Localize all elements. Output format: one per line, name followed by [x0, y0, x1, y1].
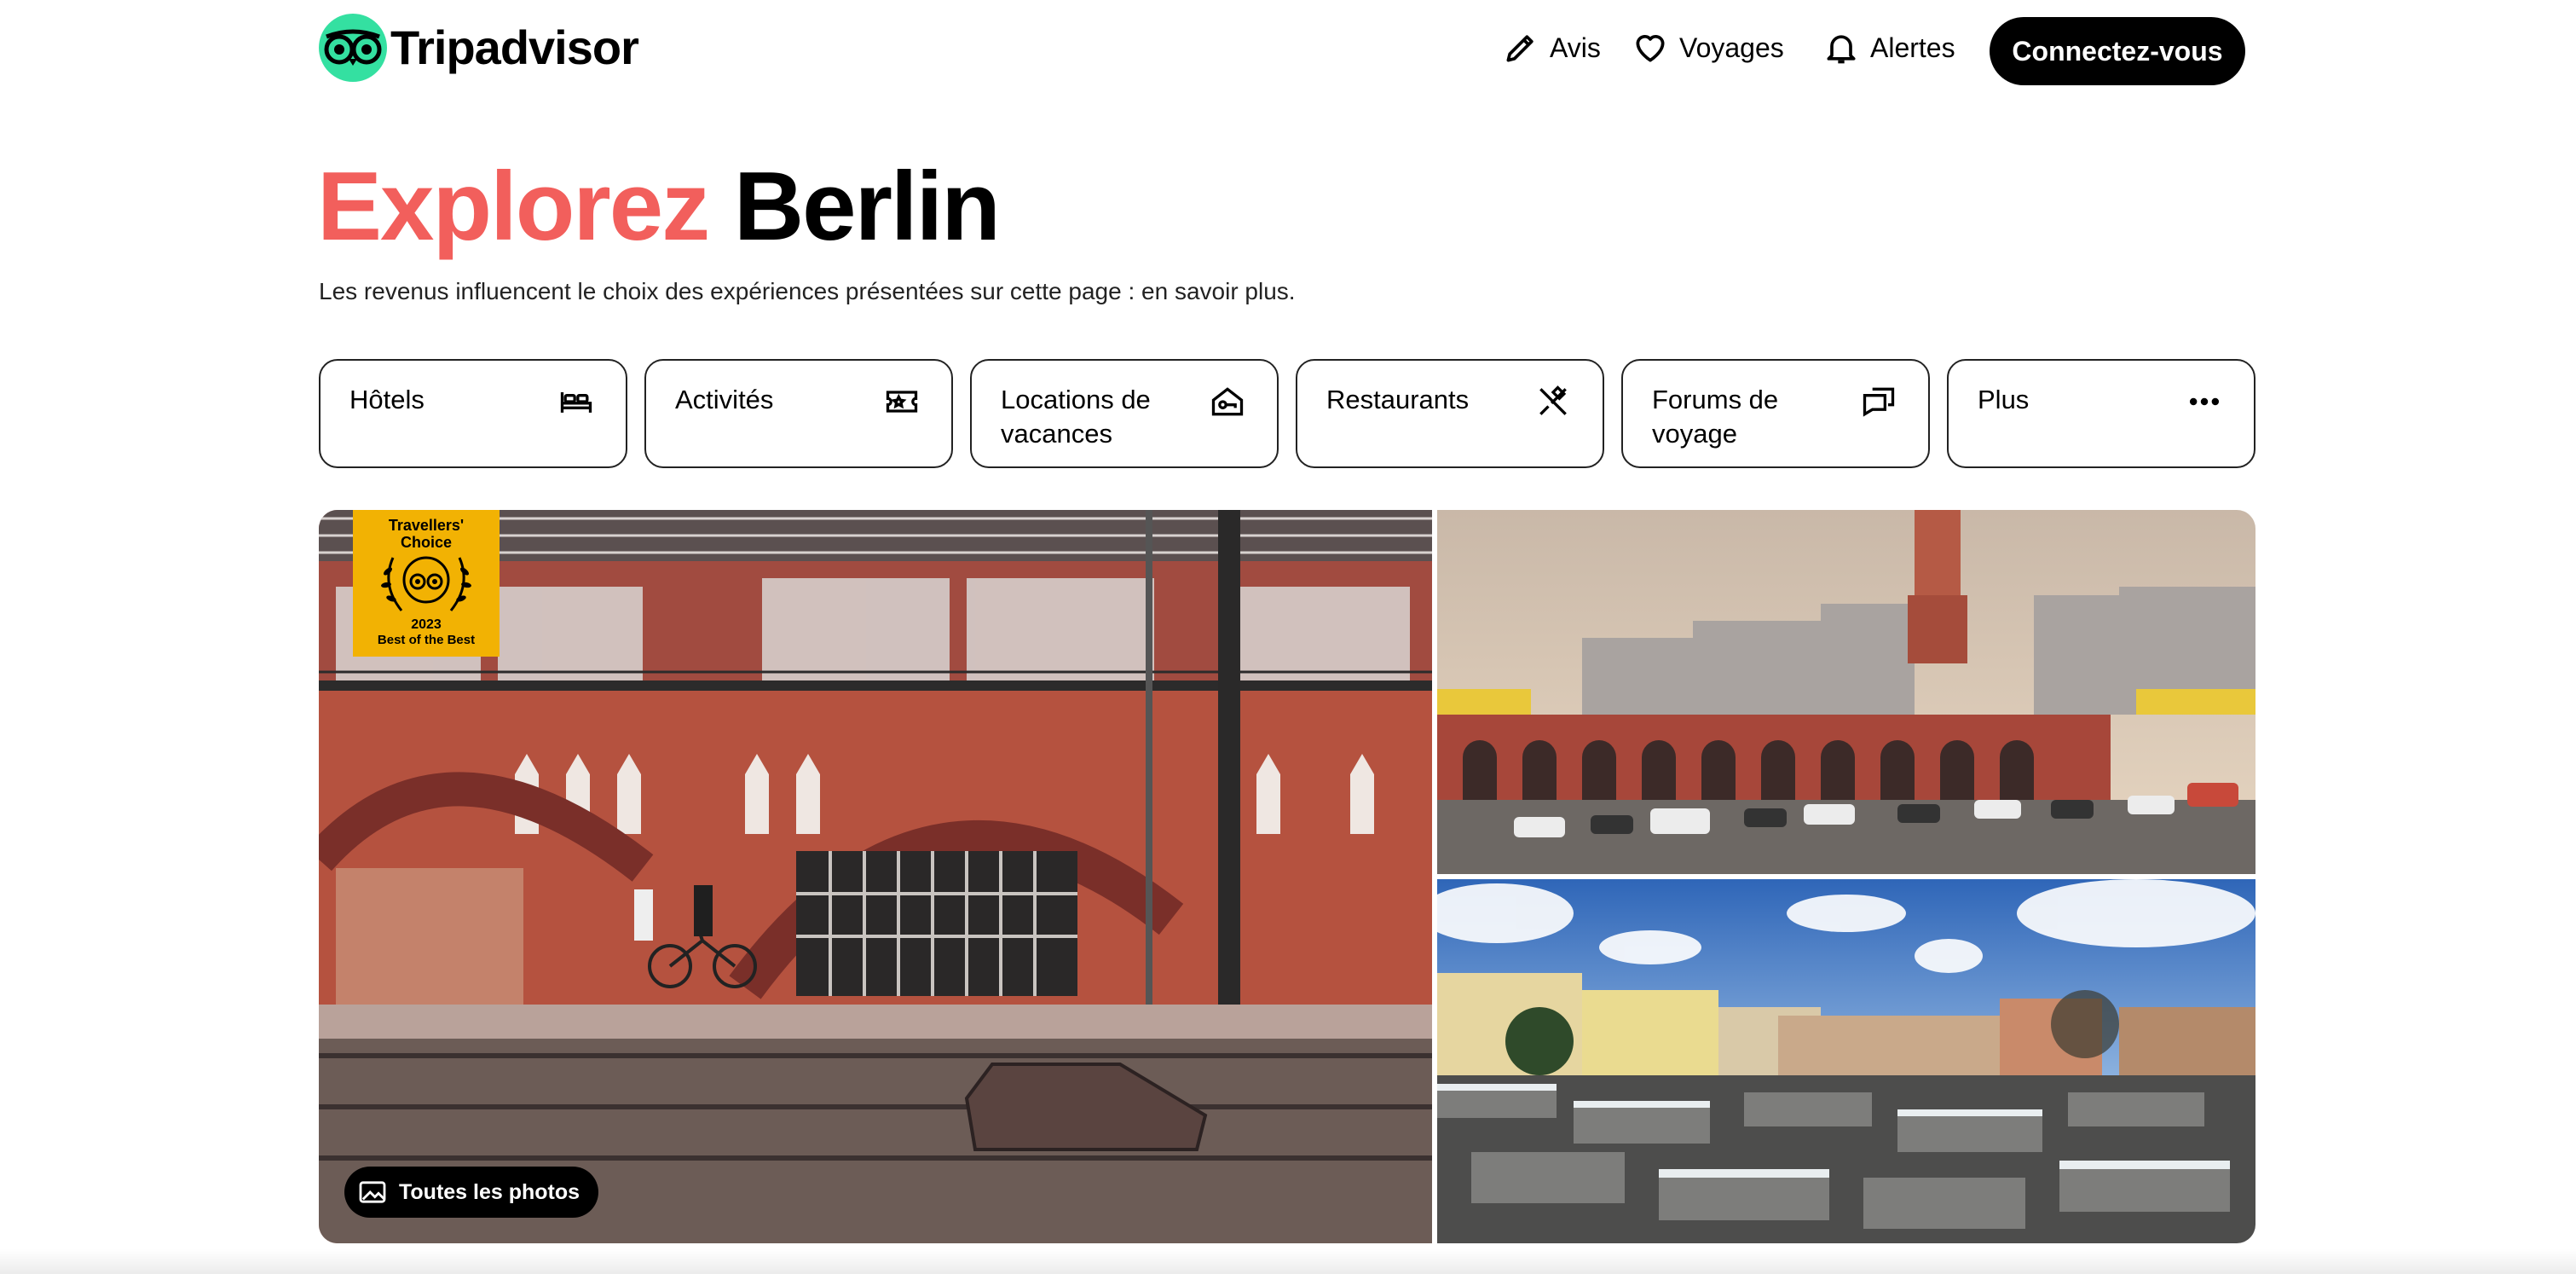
photo-oberbaum-bridge[interactable]	[1437, 510, 2255, 874]
nav-avis[interactable]: Avis	[1502, 29, 1601, 67]
tripadvisor-logo[interactable]: Tripadvisor	[319, 14, 639, 82]
bell-icon	[1827, 35, 1856, 64]
tile-label: Activités	[675, 385, 774, 414]
photo-holocaust-memorial[interactable]	[1437, 879, 2255, 1243]
travellers-choice-badge: Travellers' Choice 2023 Best of the Best	[353, 510, 500, 657]
page-bottom-shadow	[0, 1248, 2576, 1274]
fork-knife-icon	[1539, 385, 1567, 415]
side-photos	[1437, 510, 2255, 1243]
tile-label: Plus	[1978, 385, 2030, 414]
memorial-image	[1437, 879, 2255, 1243]
image-icon	[359, 1181, 386, 1203]
laurel-owl-icon	[381, 556, 471, 611]
page: Tripadvisor Avis Voyages Alertes Connect…	[0, 0, 2576, 1274]
owl-logo-icon	[319, 14, 387, 82]
tile-locations[interactable]: Locations de vacances	[970, 359, 1279, 468]
nav-voyages-label: Voyages	[1679, 32, 1784, 63]
ticket-icon	[886, 391, 918, 413]
award-best: Best of the Best	[377, 633, 476, 647]
title-accent: Explorez	[317, 153, 710, 261]
bridge-image	[1437, 510, 2255, 874]
pencil-icon	[1506, 35, 1533, 62]
tile-hotels[interactable]: Hôtels	[319, 359, 627, 468]
photo-gallery: Travellers' Choice 2023 Best of the Best…	[319, 510, 2255, 1243]
logo-text: Tripadvisor	[390, 20, 639, 74]
chat-bubbles-icon	[1863, 387, 1895, 417]
page-title: Explorez Berlin	[317, 153, 1001, 261]
main-photo-oberbaum-arches[interactable]: Travellers' Choice 2023 Best of the Best…	[319, 510, 1432, 1243]
heart-icon	[1636, 35, 1665, 62]
tile-label: Locations de vacances	[1001, 385, 1151, 449]
tile-plus[interactable]: Plus	[1947, 359, 2255, 468]
more-dots-icon	[2189, 397, 2220, 406]
tile-activites[interactable]: Activités	[644, 359, 953, 468]
all-photos-button[interactable]: Toutes les photos	[344, 1167, 599, 1218]
tile-label: Restaurants	[1326, 385, 1470, 414]
tile-restaurants[interactable]: Restaurants	[1296, 359, 1604, 468]
award-year: 2023	[411, 617, 442, 632]
category-tiles: Hôtels Activités Locations de vacances R…	[319, 359, 2255, 468]
revenue-disclaimer[interactable]: Les revenus influencent le choix des exp…	[319, 278, 1296, 305]
all-photos-label: Toutes les photos	[399, 1179, 580, 1204]
connect-button[interactable]: Connectez-vous	[1990, 17, 2245, 85]
tile-label: Forums de voyage	[1652, 385, 1779, 449]
award-line2: Choice	[400, 534, 452, 551]
nav-alertes[interactable]: Alertes	[1822, 29, 1955, 67]
title-place: Berlin	[733, 153, 1001, 261]
nav-alertes-label: Alertes	[1870, 32, 1955, 63]
tile-label: Hôtels	[349, 385, 425, 414]
nav-avis-label: Avis	[1550, 32, 1601, 63]
house-key-icon	[1211, 387, 1244, 416]
tile-forums[interactable]: Forums de voyage	[1621, 359, 1930, 468]
bed-icon	[560, 392, 592, 413]
nav-voyages[interactable]: Voyages	[1632, 29, 1784, 67]
award-line1: Travellers'	[388, 517, 465, 534]
